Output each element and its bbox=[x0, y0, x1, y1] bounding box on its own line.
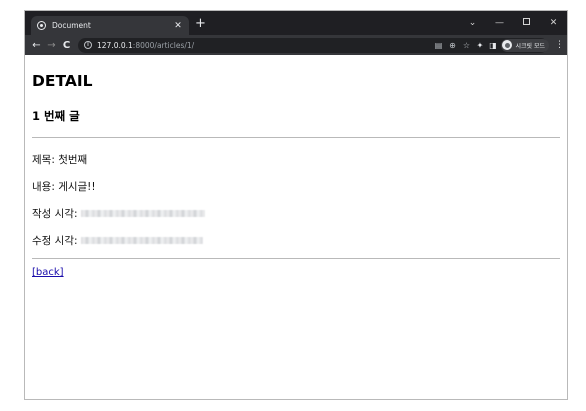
field-created-at: 작성 시각: bbox=[32, 206, 205, 221]
field-content: 내용: 게시글!! bbox=[32, 179, 96, 194]
page-title: DETAIL bbox=[32, 72, 93, 90]
field-created-label: 작성 시각: bbox=[32, 208, 78, 220]
updated-at-redacted bbox=[80, 237, 203, 244]
tab-close-icon[interactable]: ✕ bbox=[173, 21, 183, 31]
browser-window: Document ✕ + ⌄ — ✕ ← → C i 127.0.0.1:800… bbox=[24, 10, 568, 400]
url-path: :8000/articles/1/ bbox=[132, 40, 195, 50]
field-updated-label: 수정 시각: bbox=[32, 235, 78, 247]
divider-bottom bbox=[32, 258, 560, 259]
bookmark-star-icon[interactable]: ☆ bbox=[459, 41, 473, 50]
field-updated-at: 수정 시각: bbox=[32, 233, 203, 248]
incognito-profile-button[interactable]: 시크릿 모드 bbox=[501, 38, 549, 52]
extensions-puzzle-icon[interactable]: ✦ bbox=[473, 41, 486, 50]
tab-document[interactable]: Document ✕ bbox=[31, 16, 189, 35]
tab-search-icon[interactable]: ⌄ bbox=[459, 18, 486, 28]
created-at-redacted bbox=[80, 210, 205, 217]
new-tab-button[interactable]: + bbox=[195, 17, 206, 31]
field-title: 제목: 첫번째 bbox=[32, 152, 87, 167]
globe-icon bbox=[37, 21, 46, 30]
article-heading: 1 번째 글 bbox=[32, 109, 80, 123]
minimize-button[interactable]: — bbox=[486, 18, 513, 28]
reload-button[interactable]: C bbox=[59, 40, 74, 51]
field-title-value: 첫번째 bbox=[58, 154, 88, 166]
site-info-icon[interactable]: i bbox=[84, 41, 92, 49]
window-controls: ⌄ — ✕ bbox=[459, 11, 567, 35]
field-content-value: 게시글!! bbox=[58, 181, 96, 193]
maximize-button[interactable] bbox=[513, 18, 540, 28]
tab-strip: Document ✕ + ⌄ — ✕ bbox=[25, 11, 567, 35]
field-title-label: 제목: bbox=[32, 154, 55, 166]
kebab-menu-icon[interactable]: ⋮ bbox=[555, 40, 564, 50]
maximize-icon bbox=[523, 18, 530, 25]
toolbar-actions: ▤ ⊕ ☆ ✦ ◨ 시크릿 모드 ⋮ bbox=[431, 35, 564, 55]
tab-title: Document bbox=[52, 21, 91, 30]
translate-icon[interactable]: ▤ bbox=[431, 41, 445, 50]
incognito-icon bbox=[502, 40, 513, 50]
zoom-icon[interactable]: ⊕ bbox=[445, 41, 459, 50]
back-link[interactable]: [back] bbox=[32, 267, 64, 278]
close-window-button[interactable]: ✕ bbox=[540, 18, 567, 28]
back-button[interactable]: ← bbox=[29, 40, 44, 51]
browser-toolbar: ← → C i 127.0.0.1:8000/articles/1/ ▤ ⊕ ☆… bbox=[25, 35, 567, 55]
side-panel-icon[interactable]: ◨ bbox=[486, 41, 499, 50]
divider-top bbox=[32, 137, 560, 138]
profile-label: 시크릿 모드 bbox=[515, 42, 545, 50]
url-host: 127.0.0.1 bbox=[97, 40, 133, 50]
forward-button[interactable]: → bbox=[44, 40, 59, 51]
field-content-label: 내용: bbox=[32, 181, 55, 193]
